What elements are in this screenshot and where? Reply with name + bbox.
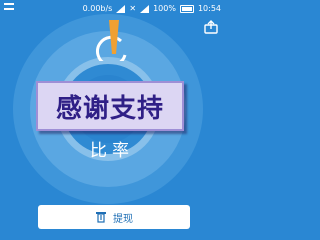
thanks-banner-text: 感谢支持 <box>55 93 164 124</box>
battery-icon <box>179 5 194 13</box>
carrier-glyph: ✕ <box>129 4 137 13</box>
withdraw-label: 提现 <box>113 213 133 225</box>
menu-icon[interactable] <box>4 2 14 12</box>
ratio-label: 比率 <box>90 141 134 161</box>
gauge-pointer <box>109 20 119 54</box>
thanks-banner: 感谢支持 <box>36 81 184 131</box>
withdraw-button[interactable]: 提现 <box>38 205 190 229</box>
share-icon[interactable] <box>204 20 218 34</box>
status-time: 10:54 <box>197 4 221 13</box>
wifi-icon <box>140 5 150 13</box>
battery-percent: 100% <box>153 4 176 13</box>
withdraw-icon <box>96 212 106 223</box>
signal-icon <box>116 5 126 13</box>
